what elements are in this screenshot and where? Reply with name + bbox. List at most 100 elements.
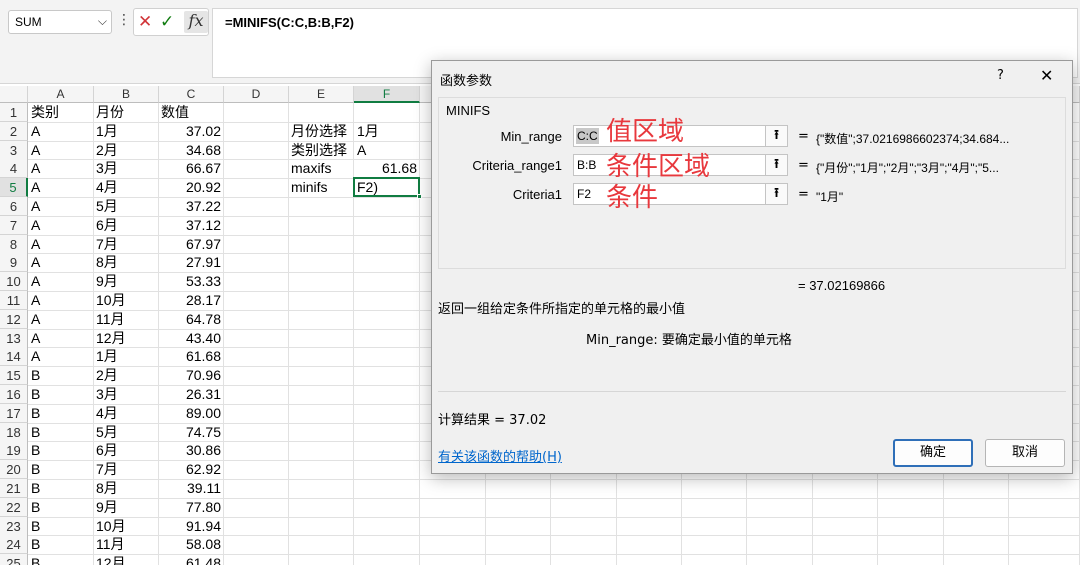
cell-f3[interactable]: A xyxy=(357,141,366,160)
cell-category[interactable]: B xyxy=(31,366,40,385)
cell-month[interactable]: 6月 xyxy=(96,216,118,235)
cell-category[interactable]: B xyxy=(31,460,40,479)
cell-month[interactable]: 7月 xyxy=(96,460,118,479)
row-header[interactable]: 18 xyxy=(0,422,28,442)
cell-value[interactable]: 61.48 xyxy=(159,554,221,565)
row-header[interactable]: 14 xyxy=(0,347,28,367)
cell-month[interactable]: 8月 xyxy=(96,253,118,272)
cell-category[interactable]: A xyxy=(31,178,40,197)
row-header[interactable]: 17 xyxy=(0,403,28,423)
column-header[interactable]: C xyxy=(159,86,224,103)
cell-category[interactable]: B xyxy=(31,498,40,517)
confirm-entry-icon[interactable]: ✓ xyxy=(160,12,174,32)
cell-month[interactable]: 2月 xyxy=(96,366,118,385)
cell-value[interactable]: 27.91 xyxy=(159,253,221,272)
cell-value[interactable]: 26.31 xyxy=(159,385,221,404)
cell-f2[interactable]: 1月 xyxy=(357,122,379,141)
column-header[interactable]: B xyxy=(94,86,159,103)
cell-category[interactable]: A xyxy=(31,329,40,348)
cell-value[interactable]: 74.75 xyxy=(159,423,221,442)
cell-value[interactable]: 66.67 xyxy=(159,159,221,178)
row-header[interactable]: 12 xyxy=(0,309,28,329)
row-header[interactable]: 25 xyxy=(0,554,28,565)
insert-function-icon[interactable]: fx xyxy=(184,11,208,33)
cell-f4[interactable]: 61.68 xyxy=(354,159,417,178)
cell-value[interactable]: 43.40 xyxy=(159,329,221,348)
cell-category[interactable]: A xyxy=(31,347,40,366)
cell-e5[interactable]: minifs xyxy=(291,178,328,197)
cancel-button[interactable]: 取消 xyxy=(985,439,1065,467)
cell-value[interactable]: 58.08 xyxy=(159,535,221,554)
select-all-corner[interactable] xyxy=(0,86,28,103)
cell-month[interactable]: 1月 xyxy=(96,347,118,366)
help-icon[interactable]: ? xyxy=(997,68,1004,83)
collapse-dialog-icon[interactable]: ⭱ xyxy=(765,155,787,175)
cell-month[interactable]: 5月 xyxy=(96,423,118,442)
cell-month[interactable]: 12月 xyxy=(96,554,126,565)
column-header[interactable]: A xyxy=(28,86,94,103)
column-header[interactable]: E xyxy=(289,86,354,103)
row-header[interactable]: 1 xyxy=(0,103,28,122)
row-header[interactable]: 8 xyxy=(0,234,28,254)
cell-month[interactable]: 8月 xyxy=(96,479,118,498)
column-header[interactable]: F xyxy=(354,86,420,103)
cell-e3[interactable]: 类别选择 xyxy=(291,141,347,160)
ok-button[interactable]: 确定 xyxy=(893,439,973,467)
cell-month[interactable]: 11月 xyxy=(96,535,125,554)
row-header[interactable]: 24 xyxy=(0,535,28,555)
cell-month[interactable]: 3月 xyxy=(96,159,118,178)
row-header[interactable]: 13 xyxy=(0,328,28,348)
row-header[interactable]: 19 xyxy=(0,441,28,461)
cell-value[interactable]: 62.92 xyxy=(159,460,221,479)
name-box[interactable]: SUM ⌵ xyxy=(8,10,112,34)
cell-value[interactable]: 28.17 xyxy=(159,291,221,310)
cell-category[interactable]: A xyxy=(31,141,40,160)
column-header[interactable]: D xyxy=(224,86,289,103)
row-header[interactable]: 9 xyxy=(0,253,28,273)
collapse-dialog-icon[interactable]: ⭱ xyxy=(765,184,787,204)
row-header[interactable]: 5 xyxy=(0,178,28,198)
cell-value[interactable]: 61.68 xyxy=(159,347,221,366)
row-header[interactable]: 7 xyxy=(0,215,28,235)
row-header[interactable]: 4 xyxy=(0,159,28,179)
cell-value[interactable]: 37.12 xyxy=(159,216,221,235)
cell-category[interactable]: B xyxy=(31,517,40,536)
cell-month[interactable]: 4月 xyxy=(96,178,118,197)
chevron-down-icon[interactable]: ⌵ xyxy=(98,14,107,29)
cell-value[interactable]: 67.97 xyxy=(159,235,221,254)
cell-category[interactable]: B xyxy=(31,441,40,460)
cell-value[interactable]: 30.86 xyxy=(159,441,221,460)
function-help-link[interactable]: 有关该函数的帮助(H) xyxy=(438,446,562,465)
cell-category[interactable]: B xyxy=(31,404,40,423)
cell-month[interactable]: 10月 xyxy=(96,517,126,536)
cell-category[interactable]: A xyxy=(31,310,40,329)
cell-category[interactable]: A xyxy=(31,235,40,254)
cell-value[interactable]: 20.92 xyxy=(159,178,221,197)
cell-e2[interactable]: 月份选择 xyxy=(291,122,347,141)
cell-category[interactable]: A xyxy=(31,159,40,178)
cell-month[interactable]: 9月 xyxy=(96,498,118,517)
cell-month[interactable]: 9月 xyxy=(96,272,118,291)
cell-month[interactable]: 6月 xyxy=(96,441,118,460)
cell-category[interactable]: A xyxy=(31,253,40,272)
cell-month[interactable]: 月份 xyxy=(96,103,124,122)
cell-category[interactable]: A xyxy=(31,216,40,235)
cell-value[interactable]: 34.68 xyxy=(159,141,221,160)
row-header[interactable]: 11 xyxy=(0,291,28,310)
row-header[interactable]: 3 xyxy=(0,140,28,160)
cell-month[interactable]: 11月 xyxy=(96,310,125,329)
cancel-entry-icon[interactable]: ✕ xyxy=(138,12,152,32)
cell-month[interactable]: 4月 xyxy=(96,404,118,423)
more-options-icon[interactable]: ⋮ xyxy=(117,12,131,28)
cell-value[interactable]: 37.02 xyxy=(159,122,221,141)
active-cell-f5[interactable]: F2) xyxy=(353,177,422,200)
cell-month[interactable]: 12月 xyxy=(96,329,126,348)
row-header[interactable]: 21 xyxy=(0,479,28,498)
row-header[interactable]: 22 xyxy=(0,497,28,517)
cell-value[interactable]: 70.96 xyxy=(159,366,221,385)
cell-month[interactable]: 2月 xyxy=(96,141,118,160)
cell-value[interactable]: 91.94 xyxy=(159,517,221,536)
cell-value[interactable]: 数值 xyxy=(161,103,189,122)
cell-month[interactable]: 10月 xyxy=(96,291,126,310)
cell-category[interactable]: A xyxy=(31,272,40,291)
